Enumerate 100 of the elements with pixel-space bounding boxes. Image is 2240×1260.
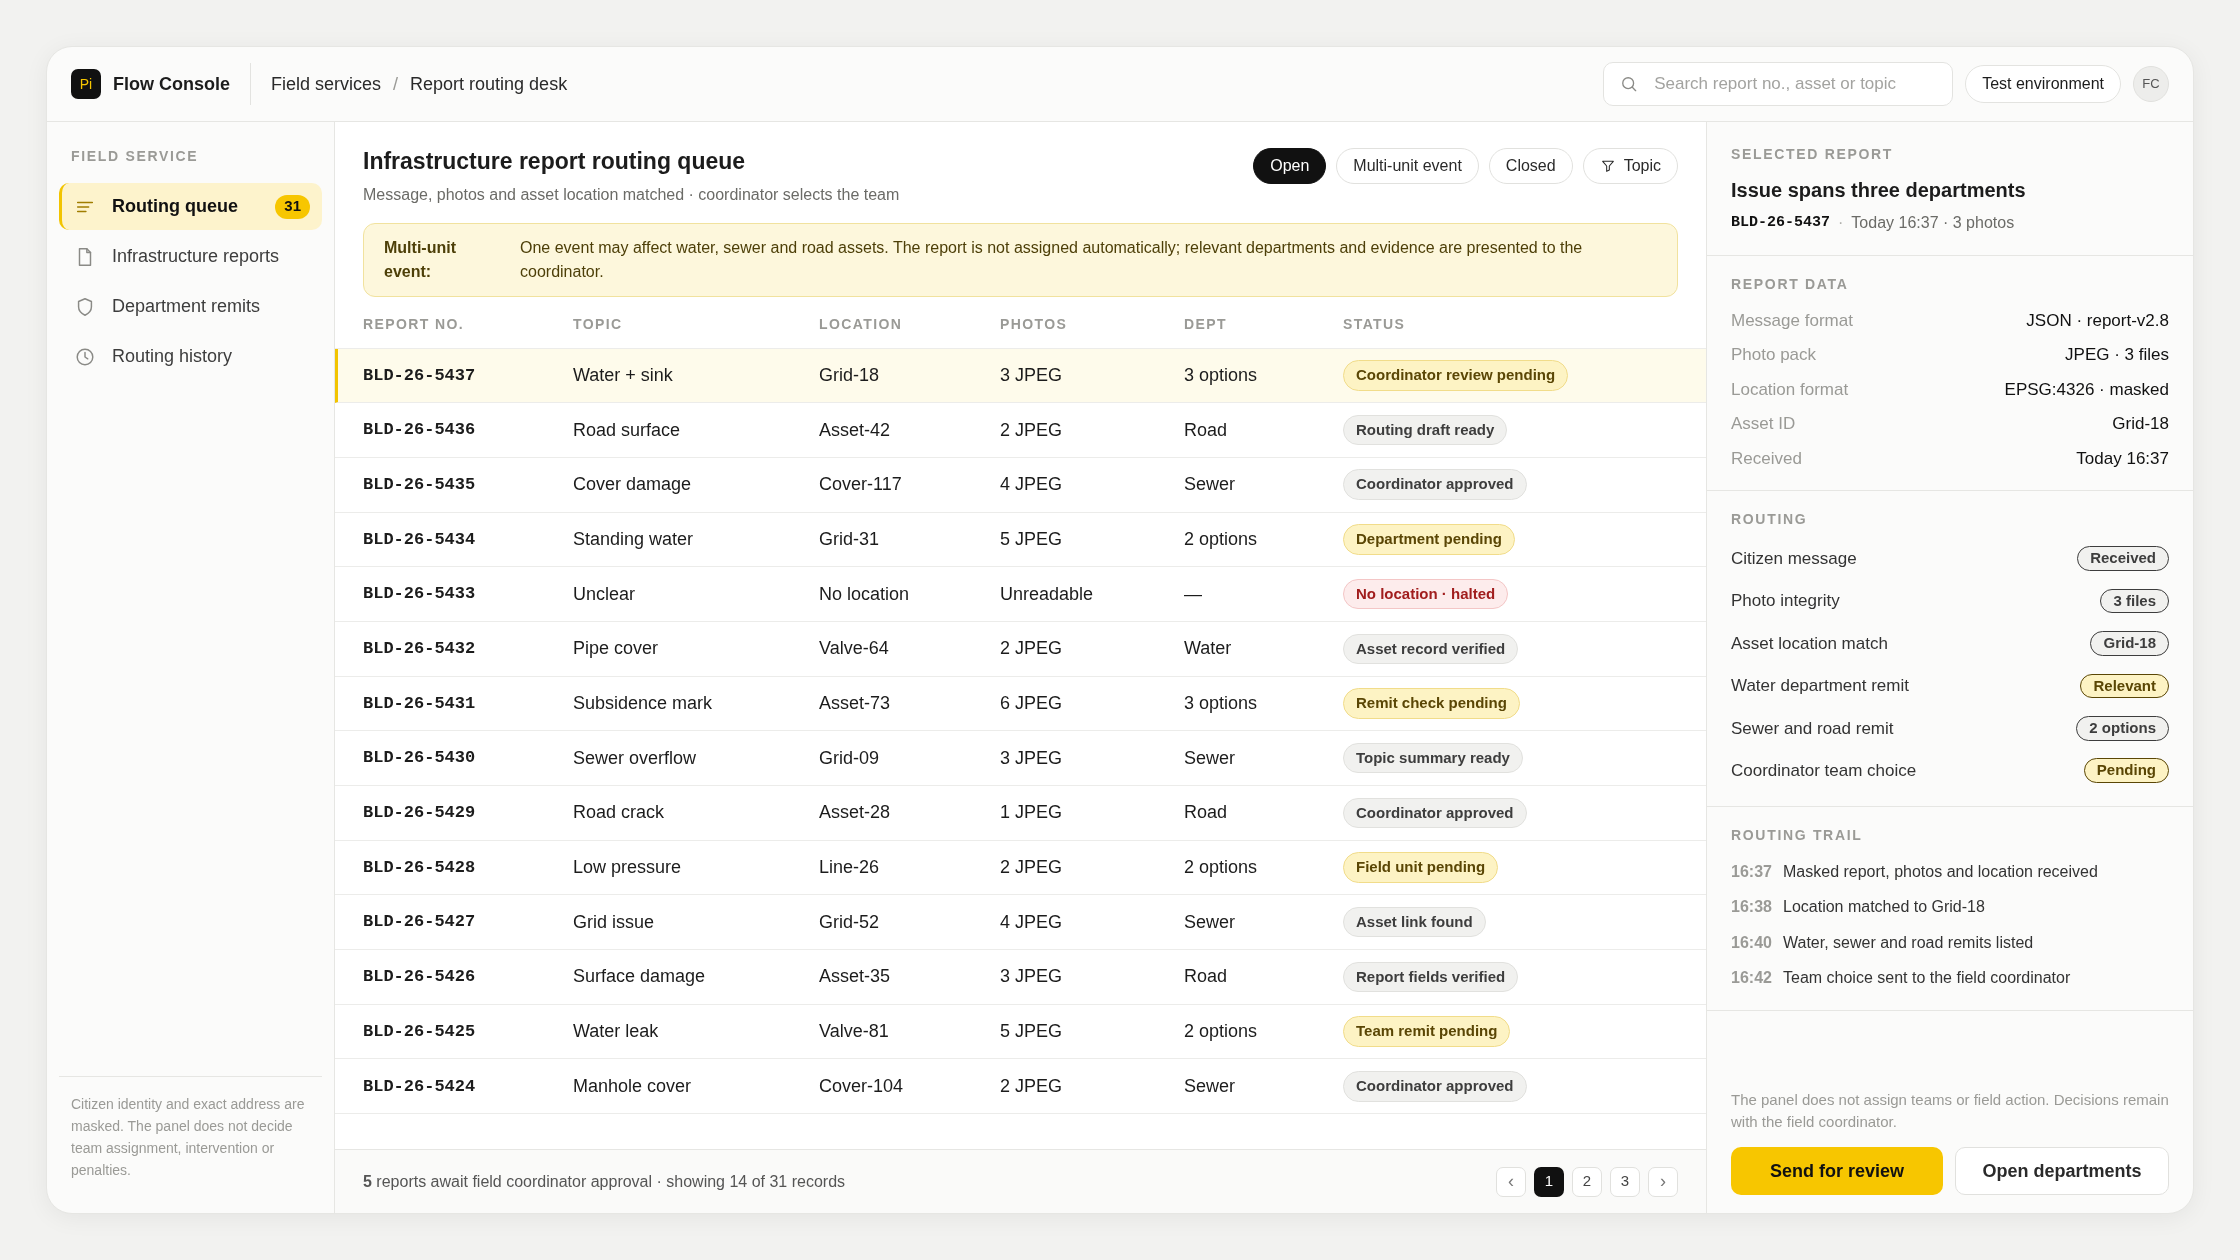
table-cell-text: Water + sink <box>573 363 674 387</box>
page-button[interactable]: 3 <box>1610 1166 1640 1197</box>
table-cell-text: Asset-42 <box>819 418 892 442</box>
filter-chip[interactable]: Multi-unit event <box>1336 148 1479 184</box>
trail-entry: Water, sewer and road remits listed <box>1783 932 2034 953</box>
column-header: STATUS <box>1343 314 1407 334</box>
records-summary: 5 reports await field coordinator approval · showing 14 of 31 records <box>363 1171 847 1192</box>
table-cell-text: Cover-104 <box>819 1074 905 1098</box>
table-row[interactable]: BLD-26-5435 Cover damage Cover-117 4 JPEG Sewer Coordinator approved <box>335 457 1706 513</box>
table-cell-text: 6 JPEG <box>1000 691 1064 715</box>
status-label: Report fields verified <box>1343 961 1519 993</box>
field-label: Photo pack <box>1731 344 1817 366</box>
report-number: BLD-26-5431 <box>363 692 477 715</box>
app-name: Flow Console <box>113 72 230 96</box>
report-number: BLD-26-5435 <box>363 473 477 496</box>
report-number: BLD-26-5437 <box>1731 212 1831 233</box>
filter-chip[interactable]: Open <box>1253 148 1327 184</box>
table-row[interactable]: BLD-26-5430 Sewer overflow Grid-09 3 JPEG Sewer Topic summary ready <box>335 731 1706 786</box>
send-review-button[interactable]: Send for review <box>1731 1147 1943 1195</box>
field-label: Location format <box>1731 378 1849 401</box>
report-number: BLD-26-5428 <box>363 856 477 879</box>
page-arrow-button[interactable]: › <box>1648 1166 1678 1197</box>
status-label: No location · halted <box>1343 578 1509 610</box>
breadcrumb-separator: / <box>393 72 399 96</box>
filter-chip[interactable]: Closed <box>1488 148 1573 184</box>
trail-entry: Masked report, photos and location received <box>1783 861 2098 882</box>
status-label: Received <box>2077 546 2169 571</box>
table-cell-text: Asset-35 <box>819 965 892 989</box>
table-cell-text: Manhole cover <box>573 1074 693 1098</box>
status-label: 3 files <box>2100 588 2169 614</box>
field-value: JSON · report-v2.8 <box>2026 309 2169 332</box>
table-cell-text: 2 JPEG <box>1000 418 1064 442</box>
trail-entry: Location matched to Grid-18 <box>1783 897 1985 918</box>
table-cell-text: Asset-28 <box>819 801 892 825</box>
report-number: BLD-26-5426 <box>363 966 477 989</box>
table-cell-text: 4 JPEG <box>1000 473 1064 497</box>
table-cell-text: 5 JPEG <box>1000 1020 1064 1044</box>
table-row[interactable]: BLD-26-5436 Road surface Asset-42 2 JPEG Road Routing draft ready <box>335 403 1706 458</box>
field-value: EPSG:4326 · masked <box>2004 378 2169 401</box>
column-header: DEPT <box>1184 314 1228 334</box>
report-title: Issue spans three departments <box>1731 178 2027 203</box>
table-cell-text: — <box>1184 582 1203 606</box>
environment-badge: Test environment <box>1965 65 2121 103</box>
table-cell-text: 3 JPEG <box>1000 746 1064 770</box>
column-header: PHOTOS <box>1000 314 1069 334</box>
table-row[interactable]: BLD-26-5427 Grid issue Grid-52 4 JPEG Sewer Asset link found <box>335 895 1706 951</box>
table-cell-text: 2 options <box>1184 1020 1259 1044</box>
table-cell-text: Line-26 <box>819 856 881 880</box>
table-row[interactable]: BLD-26-5433 Unclear No location Unreadable — No location · halted <box>335 567 1706 622</box>
table-cell-text: 3 JPEG <box>1000 965 1064 989</box>
table-row[interactable]: BLD-26-5424 Manhole cover Cover-104 2 JPEG Sewer Coordinator approved <box>335 1059 1706 1115</box>
report-number: BLD-26-5427 <box>363 911 477 934</box>
open-departments-button[interactable]: Open departments <box>1955 1147 2169 1195</box>
breadcrumb-item[interactable]: Field services <box>271 70 382 98</box>
table-cell-text: 2 JPEG <box>1000 856 1064 880</box>
table-cell-text: Cover-117 <box>819 473 903 497</box>
table-row[interactable]: BLD-26-5432 Pipe cover Valve-64 2 JPEG Water Asset record verified <box>335 621 1706 677</box>
user-avatar[interactable]: FC <box>2133 66 2169 102</box>
table-cell-text: Grid-18 <box>819 363 881 387</box>
status-label: Routing draft ready <box>1343 414 1508 446</box>
status-label: Field unit pending <box>1343 852 1499 883</box>
table-cell-text: Water leak <box>573 1020 660 1044</box>
table-row[interactable]: BLD-26-5426 Surface damage Asset-35 3 JPEG Road Report fields verified <box>335 950 1706 1005</box>
sidebar-item[interactable]: Department remits <box>59 283 322 330</box>
routing-step: Sewer and road remit <box>1731 715 1894 741</box>
table-cell-text: Low pressure <box>573 856 683 880</box>
queue-title: Infrastructure report routing queue <box>363 147 747 176</box>
table-cell-text: Cover damage <box>573 473 693 497</box>
field-value: Today 16:37 <box>2076 447 2169 470</box>
table-cell-text: Unreadable <box>1000 582 1095 606</box>
trail-entry: Team choice sent to the field coordinator <box>1783 968 2071 989</box>
sidebar-item[interactable]: Infrastructure reports <box>59 233 322 280</box>
status-label: Team remit pending <box>1343 1016 1511 1047</box>
page-button[interactable]: 2 <box>1572 1166 1602 1197</box>
search-field[interactable]: Search report no., asset or topic <box>1603 62 1954 106</box>
section-heading: ROUTING TRAIL <box>1731 825 1864 845</box>
trail-time: 16:38 <box>1731 897 1771 918</box>
table-row[interactable]: BLD-26-5434 Standing water Grid-31 5 JPEG 2 options Department pending <box>335 512 1706 568</box>
sidebar-item[interactable]: Routing history <box>59 333 322 380</box>
page-arrow-button[interactable]: ‹ <box>1496 1166 1526 1197</box>
table-row[interactable]: BLD-26-5428 Low pressure Line-26 2 JPEG 2 options Field unit pending <box>335 840 1706 896</box>
notice-label: Multi-unit event: <box>384 237 457 282</box>
table-cell-text: 1 JPEG <box>1000 801 1064 825</box>
table-row[interactable]: BLD-26-5431 Subsidence mark Asset-73 6 JPEG 3 options Remit check pending <box>335 676 1706 732</box>
table-cell-text: Unclear <box>573 582 637 606</box>
table-row[interactable]: BLD-26-5437 Water + sink Grid-18 3 JPEG 3 options Coordinator review pending <box>335 348 1706 404</box>
report-number: BLD-26-5429 <box>363 802 477 825</box>
status-label: Topic summary ready <box>1343 742 1523 774</box>
table-row[interactable]: BLD-26-5425 Water leak Valve-81 5 JPEG 2 options Team remit pending <box>335 1004 1706 1060</box>
page-button[interactable]: 1 <box>1534 1166 1564 1197</box>
table-row[interactable]: BLD-26-5429 Road crack Asset-28 1 JPEG Road Coordinator approved <box>335 786 1706 841</box>
table-cell-text: Road crack <box>573 801 666 825</box>
breadcrumb-item[interactable]: Report routing desk <box>410 70 568 98</box>
table-cell-text: Valve-81 <box>819 1020 890 1044</box>
field-label: Asset ID <box>1731 413 1796 435</box>
sidebar-item[interactable]: Routing queue 31 <box>59 183 322 230</box>
status-label: Grid-18 <box>2090 631 2169 656</box>
queue-subtitle: Message, photos and asset location matched · coordinator selects the team <box>363 184 901 205</box>
report-number: BLD-26-5437 <box>363 364 477 387</box>
filter-chip[interactable]: Topic <box>1582 148 1678 184</box>
